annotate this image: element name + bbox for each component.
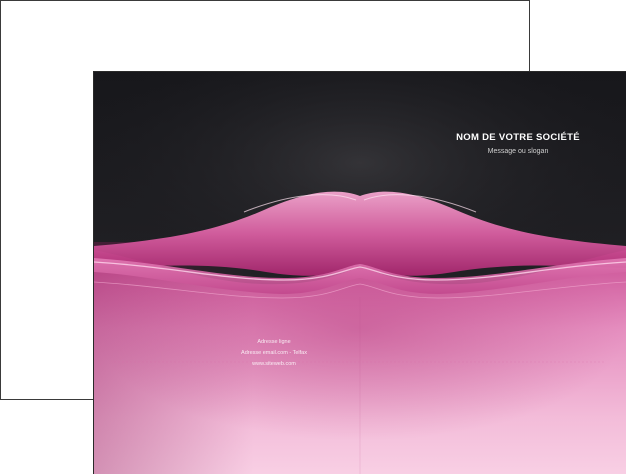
company-name: NOM DE VOTRE SOCIÉTÉ bbox=[456, 132, 580, 143]
contact-email-phone: Adresse email.com - Telfax bbox=[241, 350, 307, 356]
brochure-front-cover: NOM DE VOTRE SOCIÉTÉ Message ou slogan A… bbox=[94, 72, 626, 474]
canvas: NOM DE VOTRE SOCIÉTÉ Message ou slogan A… bbox=[0, 0, 626, 474]
contact-info: Adresse ligne Adresse email.com - Telfax… bbox=[204, 337, 344, 370]
contact-website: www.siteweb.com bbox=[252, 361, 296, 367]
company-heading: NOM DE VOTRE SOCIÉTÉ Message ou slogan bbox=[418, 132, 618, 156]
company-slogan: Message ou slogan bbox=[487, 148, 549, 155]
contact-address: Adresse ligne bbox=[257, 339, 291, 345]
